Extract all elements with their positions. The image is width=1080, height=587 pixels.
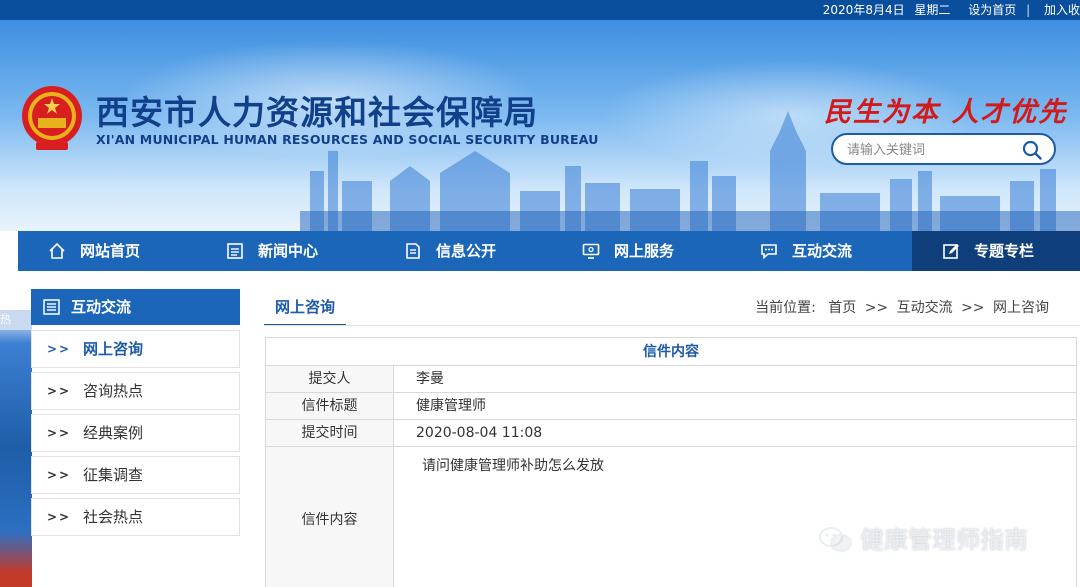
table-row-value: 健康管理师 (416, 398, 486, 414)
site-subtitle: XI'AN MUNICIPAL HUMAN RESOURCES AND SOCI… (96, 132, 599, 147)
sidebar-item-label: 征集调查 (83, 466, 144, 484)
sidebar-title: 互动交流 (71, 298, 132, 316)
nav-item-interact[interactable]: 互动交流 (730, 231, 908, 271)
breadcrumb-level2[interactable]: 网上咨询 (993, 300, 1049, 316)
chevron-right-icon: >> (47, 426, 72, 440)
table-row-value: 李曼 (416, 371, 444, 387)
national-emblem-icon (22, 86, 82, 150)
search-icon[interactable] (1022, 140, 1042, 160)
nav-item-label: 网上服务 (614, 242, 675, 260)
nav-item-home[interactable]: 网站首页 (18, 231, 196, 271)
wechat-icon (819, 527, 852, 552)
site-slogan: 民生为本 人才优先 (824, 97, 1068, 128)
table-row-key: 提交人 (266, 366, 394, 392)
breadcrumb-home[interactable]: 首页 (828, 300, 856, 316)
nav-item-news[interactable]: 新闻中心 (196, 231, 374, 271)
search-input[interactable] (847, 141, 1012, 159)
edit-icon (943, 244, 959, 259)
tab-divider (264, 325, 1080, 326)
site-title: 西安市人力资源和社会保障局 (96, 93, 538, 132)
sidebar-header: 互动交流 (31, 289, 240, 325)
nav-item-label: 互动交流 (792, 242, 853, 260)
chevron-right-icon: >> (47, 384, 72, 398)
breadcrumb-separator: >> (961, 300, 985, 316)
nav-item-label: 专题专栏 (974, 242, 1035, 260)
home-icon (49, 242, 65, 259)
top-bar-separator: | (1026, 3, 1031, 17)
chat-icon (761, 244, 777, 260)
table-row: 信件内容 请问健康管理师补助怎么发放 (266, 447, 1076, 587)
list-icon (43, 299, 60, 315)
chevron-right-icon: >> (47, 468, 72, 482)
sidebar-item-online-consult[interactable]: >> 网上咨询 (31, 330, 240, 368)
nav-item-label: 网站首页 (80, 242, 141, 260)
document-icon (406, 243, 420, 259)
search-box (831, 133, 1056, 165)
sidebar-item-classic-cases[interactable]: >> 经典案例 (31, 414, 240, 452)
top-bar-links: 2020年8月4日 星期二 设为首页 | 加入收 (817, 0, 1080, 20)
watermark-text: 健康管理师指南 (860, 526, 1028, 554)
chevron-right-icon: >> (47, 342, 72, 356)
current-weekday: 星期二 (914, 3, 951, 17)
sidebar-item-label: 经典案例 (83, 424, 144, 442)
monitor-icon (582, 243, 600, 259)
chevron-right-icon: >> (47, 510, 72, 524)
breadcrumb-separator: >> (864, 300, 889, 316)
add-favorite-link[interactable]: 加入收 (1044, 3, 1080, 17)
top-bar: 2020年8月4日 星期二 设为首页 | 加入收 (0, 0, 1080, 20)
sidebar-item-label: 网上咨询 (83, 340, 144, 358)
sidebar-item-survey[interactable]: >> 征集调查 (31, 456, 240, 494)
letter-table-title: 信件内容 (266, 338, 1076, 366)
table-row-key: 提交时间 (266, 420, 394, 446)
breadcrumb: 当前位置: 首页 >> 互动交流 >> 网上咨询 (751, 297, 1049, 317)
current-date: 2020年8月4日 (822, 3, 905, 17)
nav-item-special[interactable]: 专题专栏 (912, 231, 1080, 271)
tab-online-consult[interactable]: 网上咨询 (264, 292, 346, 326)
nav-item-info[interactable]: 信息公开 (374, 231, 552, 271)
breadcrumb-level1[interactable]: 互动交流 (897, 300, 953, 316)
nav-item-service[interactable]: 网上服务 (552, 231, 730, 271)
site-header: 西安市人力资源和社会保障局 XI'AN MUNICIPAL HUMAN RESO… (0, 20, 1080, 231)
side-banner-caption: 热 (0, 310, 32, 330)
table-row-value: 2020-08-04 11:08 (416, 425, 543, 441)
table-row: 提交时间 2020-08-04 11:08 (266, 420, 1076, 447)
table-row-key: 信件内容 (266, 447, 394, 587)
sidebar-item-label: 社会热点 (83, 508, 144, 526)
nav-item-label: 新闻中心 (258, 242, 319, 260)
breadcrumb-prefix: 当前位置: (755, 300, 816, 316)
table-row: 提交人 李曼 (266, 366, 1076, 393)
table-row-value: 请问健康管理师补助怎么发放 (422, 458, 604, 474)
sidebar-item-label: 咨询热点 (83, 382, 144, 400)
nav-item-label: 信息公开 (436, 242, 497, 260)
main-nav: 网站首页 新闻中心 信息公开 网上服务 互动交流 专题专栏 (18, 231, 1080, 271)
side-banner-image[interactable]: 热 (0, 310, 32, 587)
sidebar-item-hot-consult[interactable]: >> 咨询热点 (31, 372, 240, 410)
table-row: 信件标题 健康管理师 (266, 393, 1076, 420)
sidebar-item-social-hot[interactable]: >> 社会热点 (31, 498, 240, 536)
news-icon (227, 243, 243, 259)
set-home-link[interactable]: 设为首页 (968, 3, 1016, 17)
table-row-key: 信件标题 (266, 393, 394, 419)
watermark: 健康管理师指南 (818, 522, 1058, 558)
